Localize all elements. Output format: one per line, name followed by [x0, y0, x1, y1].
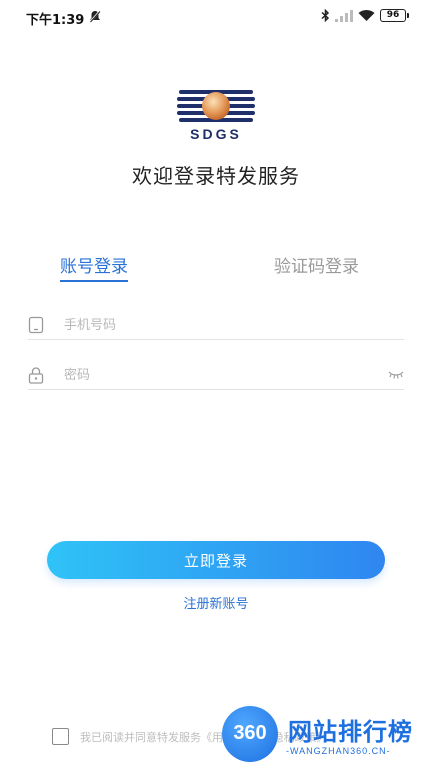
- status-bar: 下午1:39 96: [0, 0, 432, 34]
- wifi-icon: [358, 10, 375, 21]
- phone-input[interactable]: [64, 314, 384, 336]
- bluetooth-icon: [321, 9, 330, 22]
- logo-text: SDGS: [190, 126, 242, 142]
- watermark-subtitle: -WANGZHAN360.CN-: [286, 746, 391, 756]
- welcome-title: 欢迎登录特发服务: [132, 164, 300, 188]
- login-button[interactable]: 立即登录: [47, 541, 385, 579]
- tab-code-login[interactable]: 验证码登录: [274, 252, 359, 277]
- password-field: [28, 362, 404, 390]
- watermark-number: 360: [233, 722, 267, 744]
- do-not-disturb-icon: [89, 10, 101, 23]
- lock-icon: [28, 367, 44, 384]
- status-icons: 96: [321, 9, 409, 22]
- agreement-checkbox[interactable]: [52, 728, 69, 745]
- watermark: 360 网站排行榜 -WANGZHAN360.CN-: [222, 700, 432, 768]
- phone-field: [28, 312, 404, 340]
- login-screen: 下午1:39 96 SDGS 欢迎登录特发服务 账号登录 验证码登录 手机号码 …: [0, 0, 432, 768]
- phone-icon: [28, 316, 44, 334]
- tab-account-login[interactable]: 账号登录: [60, 252, 128, 282]
- register-link[interactable]: 注册新账号: [0, 593, 432, 612]
- watermark-title: 网站排行榜: [288, 718, 413, 746]
- status-time: 下午1:39: [26, 13, 85, 28]
- battery-icon: 96: [380, 9, 409, 22]
- password-input[interactable]: [64, 364, 384, 386]
- signal-icon: [335, 9, 353, 22]
- eye-closed-icon[interactable]: [388, 370, 404, 380]
